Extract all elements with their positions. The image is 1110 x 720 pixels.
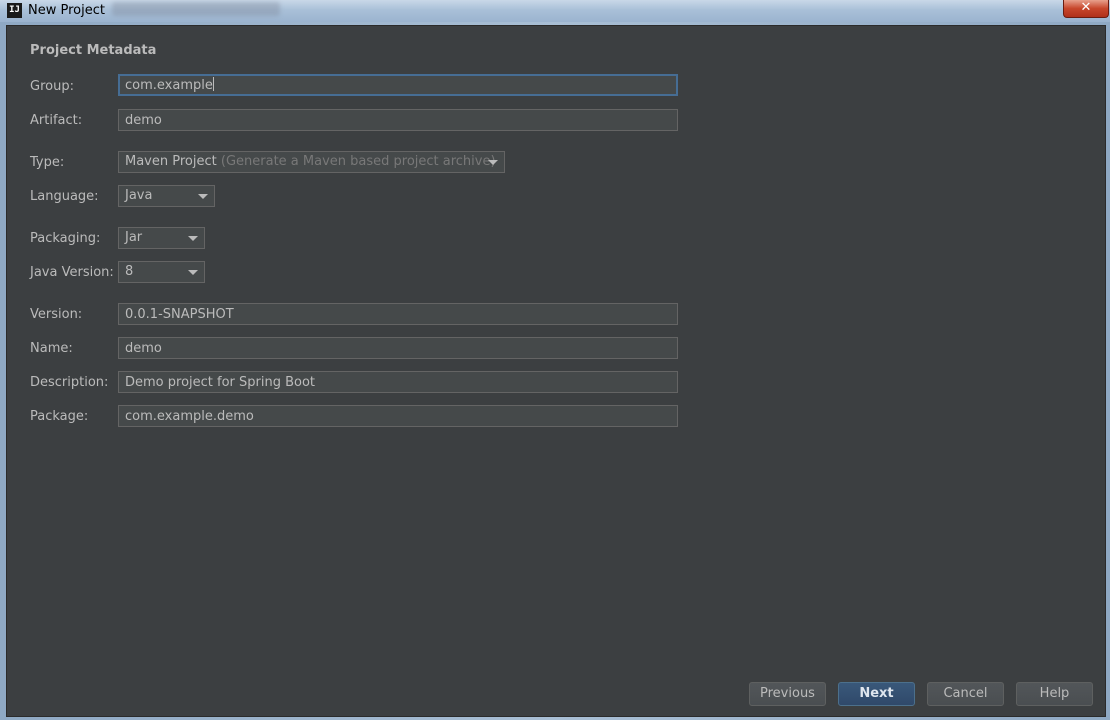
artifact-label: Artifact: bbox=[30, 113, 83, 128]
package-label: Package: bbox=[30, 409, 89, 424]
next-button[interactable]: Next bbox=[838, 682, 915, 706]
package-field[interactable]: com.example.demo bbox=[118, 405, 678, 427]
intellij-logo-icon: IJ bbox=[7, 3, 22, 18]
cancel-button[interactable]: Cancel bbox=[927, 682, 1004, 706]
group-value: com.example bbox=[125, 78, 213, 93]
text-caret bbox=[212, 77, 214, 91]
help-button[interactable]: Help bbox=[1016, 682, 1093, 706]
packaging-label: Packaging: bbox=[30, 231, 101, 246]
name-label: Name: bbox=[30, 341, 73, 356]
packaging-value: Jar bbox=[125, 230, 143, 245]
chevron-down-icon bbox=[198, 194, 208, 199]
title-bar[interactable]: IJ New Project ✕ bbox=[0, 0, 1110, 23]
close-button[interactable]: ✕ bbox=[1063, 0, 1109, 18]
chevron-down-icon bbox=[188, 236, 198, 241]
packaging-select[interactable]: Jar bbox=[118, 227, 205, 249]
chevron-down-icon bbox=[488, 160, 498, 165]
java-version-select[interactable]: 8 bbox=[118, 261, 205, 283]
group-field[interactable]: com.example bbox=[118, 74, 678, 96]
type-hint: (Generate a Maven based project archive) bbox=[220, 154, 496, 169]
chevron-down-icon bbox=[188, 270, 198, 275]
version-label: Version: bbox=[30, 307, 83, 322]
description-field[interactable]: Demo project for Spring Boot bbox=[118, 371, 678, 393]
window-title: New Project bbox=[28, 3, 105, 18]
language-value: Java bbox=[125, 188, 153, 203]
background-window-title bbox=[112, 2, 280, 16]
java-version-value: 8 bbox=[125, 264, 134, 279]
type-label: Type: bbox=[30, 155, 65, 170]
artifact-field[interactable]: demo bbox=[118, 109, 678, 131]
language-label: Language: bbox=[30, 189, 99, 204]
dialog-content: Project Metadata Group: com.example Arti… bbox=[6, 25, 1106, 717]
group-label: Group: bbox=[30, 79, 74, 94]
name-field[interactable]: demo bbox=[118, 337, 678, 359]
description-label: Description: bbox=[30, 375, 109, 390]
java-version-label: Java Version: bbox=[30, 265, 114, 280]
version-field[interactable]: 0.0.1-SNAPSHOT bbox=[118, 303, 678, 325]
section-title: Project Metadata bbox=[30, 43, 157, 58]
language-select[interactable]: Java bbox=[118, 185, 215, 207]
previous-button[interactable]: Previous bbox=[749, 682, 826, 706]
type-select[interactable]: Maven Project (Generate a Maven based pr… bbox=[118, 151, 505, 173]
type-value: Maven Project bbox=[125, 154, 217, 169]
